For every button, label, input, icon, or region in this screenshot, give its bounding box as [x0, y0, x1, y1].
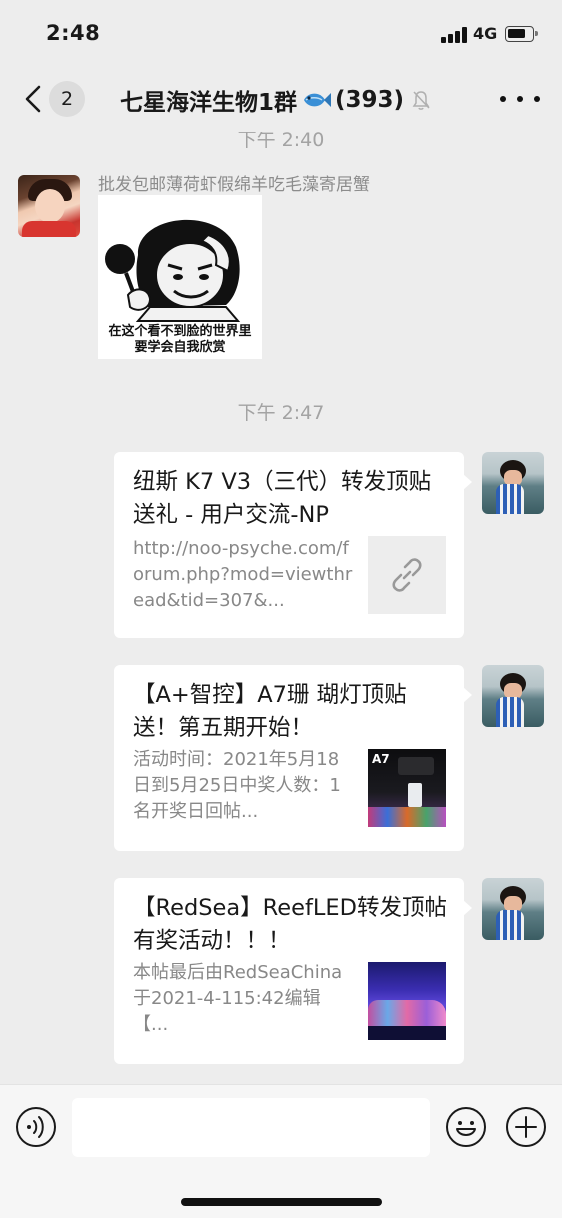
mute-bell-icon	[412, 91, 430, 110]
fish-emoji-icon	[304, 93, 332, 107]
member-count: (393)	[335, 87, 405, 113]
back-chevron-icon	[25, 85, 41, 113]
sticker-caption: 在这个看不到脸的世界里 要学会自我欣赏	[98, 324, 262, 356]
message-input[interactable]	[72, 1098, 430, 1157]
group-name: 七星海洋生物1群	[120, 90, 298, 116]
link-icon	[392, 558, 422, 592]
plus-button[interactable]	[505, 1106, 547, 1148]
plus-icon	[506, 1107, 546, 1147]
link-card[interactable]: 【A+智控】A7珊 瑚灯顶贴送！第五期开始！ 活动时间：2021年5月18日到5…	[114, 665, 472, 851]
network-type: 4G	[473, 24, 498, 43]
card-description: 活动时间：2021年5月18日到5月25日中奖人数：1名开奖日回帖...	[133, 749, 341, 822]
emoji-button[interactable]	[445, 1106, 487, 1148]
card-thumbnail	[368, 536, 446, 614]
link-card[interactable]: 【RedSea】ReefLED转发顶帖有奖活动！！！ 本帖最后由RedSeaCh…	[114, 878, 472, 1064]
voice-icon	[16, 1107, 56, 1147]
signal-icon	[441, 27, 467, 43]
voice-button[interactable]	[15, 1106, 57, 1148]
back-button[interactable]: 2	[18, 80, 88, 118]
chat-area[interactable]: 下午 2:40 批发包邮薄荷虾假绵羊吃毛藻寄居蟹 在这个看不到脸的世界里 要学会…	[0, 132, 562, 1084]
sticker-image[interactable]: 在这个看不到脸的世界里 要学会自我欣赏	[98, 195, 262, 359]
home-indicator[interactable]	[181, 1198, 382, 1206]
link-card[interactable]: 纽斯 K7 V3（三代）转发顶贴送礼 - 用户交流-NP http://noo-…	[114, 452, 472, 638]
card-description: http://noo-psyche.com/forum.php?mod=view…	[133, 538, 353, 611]
card-thumbnail: A7	[368, 749, 446, 827]
status-bar: 2:48 4G	[0, 0, 562, 64]
my-avatar[interactable]	[482, 665, 544, 727]
my-avatar[interactable]	[482, 878, 544, 940]
timestamp: 下午 2:40	[237, 132, 325, 151]
emoji-icon	[446, 1107, 486, 1147]
nav-bar: 2 七星海洋生物1群 (393)	[0, 64, 562, 132]
my-avatar[interactable]	[482, 452, 544, 514]
card-title: 【A+智控】A7珊 瑚灯顶贴送！第五期开始！	[133, 682, 407, 741]
thumbnail-label: A7	[372, 752, 390, 766]
battery-icon	[505, 26, 538, 42]
caption-line-2: 要学会自我欣赏	[134, 340, 226, 355]
unread-count-badge: 2	[49, 81, 85, 117]
sender-avatar[interactable]	[18, 175, 80, 237]
card-title: 【RedSea】ReefLED转发顶帖有奖活动！！！	[133, 895, 447, 954]
timestamp: 下午 2:47	[237, 402, 325, 424]
chat-title[interactable]: 七星海洋生物1群 (393)	[120, 84, 431, 116]
caption-line-1: 在这个看不到脸的世界里	[108, 324, 252, 339]
card-title: 纽斯 K7 V3（三代）转发顶贴送礼 - 用户交流-NP	[133, 469, 432, 528]
sender-name: 批发包邮薄荷虾假绵羊吃毛藻寄居蟹	[98, 175, 370, 195]
more-button[interactable]	[500, 92, 540, 106]
status-time: 2:48	[46, 21, 101, 45]
more-dots-icon	[500, 96, 506, 102]
card-thumbnail	[368, 962, 446, 1040]
card-description: 本帖最后由RedSeaChina于2021-4-115:42编辑【...	[133, 962, 343, 1035]
